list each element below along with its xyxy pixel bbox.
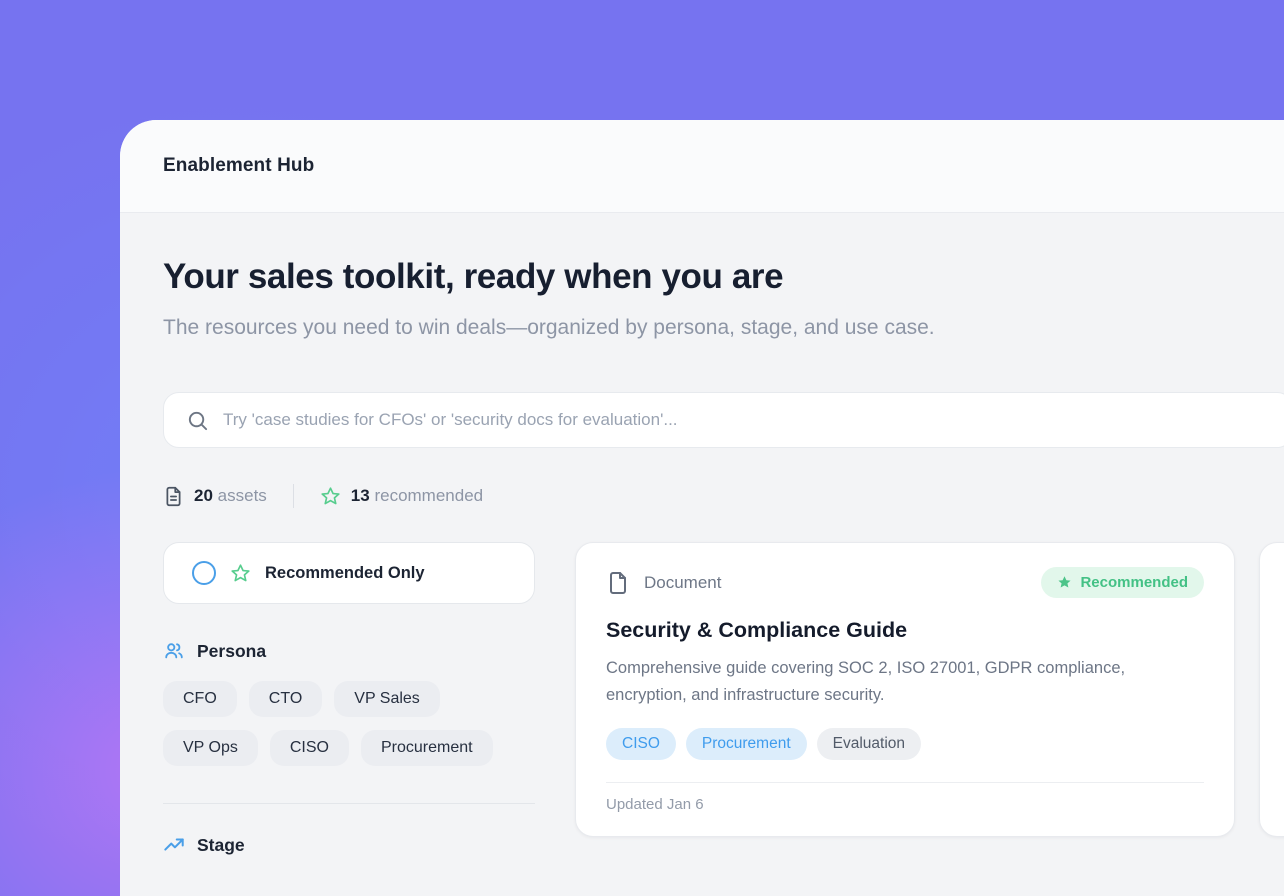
tag-procurement: Procurement (686, 728, 807, 760)
card-type: Document (606, 571, 721, 595)
assets-stat: 20 assets (163, 486, 267, 507)
card-tags: CISO Procurement Evaluation (606, 728, 1204, 760)
radio-circle-icon (192, 561, 216, 585)
persona-chip-cfo[interactable]: CFO (163, 681, 237, 717)
card-updated: Updated Jan 6 (606, 796, 1204, 813)
persona-chip-ciso[interactable]: CISO (270, 730, 349, 766)
users-icon (163, 640, 185, 662)
asset-cards: Document Recommended Security & Complian… (575, 542, 1284, 837)
persona-chip-procurement[interactable]: Procurement (361, 730, 493, 766)
star-icon (320, 486, 341, 507)
assets-count: 20 (194, 486, 213, 505)
page-title: Your sales toolkit, ready when you are (163, 257, 1284, 297)
persona-chip-vp-sales[interactable]: VP Sales (334, 681, 440, 717)
persona-section-header: Persona (163, 640, 535, 662)
panel-body: Your sales toolkit, ready when you are T… (120, 213, 1284, 856)
recommended-label: recommended (374, 486, 483, 505)
page-subtitle: The resources you need to win deals—orga… (163, 311, 993, 344)
search-input[interactable] (223, 410, 1270, 430)
card-footer-divider (606, 782, 1204, 783)
card-description: Comprehensive guide covering SOC 2, ISO … (606, 655, 1166, 708)
recommended-only-toggle[interactable]: Recommended Only (163, 542, 535, 604)
card-title: Security & Compliance Guide (606, 618, 1204, 643)
stage-section-header: Stage (163, 834, 535, 856)
star-icon (230, 563, 251, 584)
trending-up-icon (163, 834, 185, 856)
card-type-row: Document Recommended (606, 567, 1204, 598)
recommended-count: 13 (351, 486, 370, 505)
persona-chip-vp-ops[interactable]: VP Ops (163, 730, 258, 766)
recommended-stat: 13 recommended (320, 486, 483, 507)
star-filled-icon (1057, 575, 1072, 590)
sidebar-divider (163, 803, 535, 804)
file-text-icon (163, 486, 184, 507)
asset-card-security-compliance-guide[interactable]: Document Recommended Security & Complian… (575, 542, 1235, 837)
filters-sidebar: Recommended Only Persona CFO (163, 542, 535, 856)
file-icon (606, 571, 630, 595)
search-icon (186, 409, 209, 432)
recommended-badge-label: Recommended (1080, 574, 1188, 591)
stats-divider (293, 484, 294, 508)
persona-chips: CFO CTO VP Sales VP Ops CISO Procurement (163, 681, 535, 766)
panel-header: Enablement Hub (120, 120, 1284, 213)
recommended-badge: Recommended (1041, 567, 1204, 598)
search-bar[interactable] (163, 392, 1284, 448)
recommended-only-label: Recommended Only (265, 564, 425, 583)
enablement-hub-panel: Enablement Hub Your sales toolkit, ready… (120, 120, 1284, 896)
content-columns: Recommended Only Persona CFO (163, 542, 1284, 856)
tag-evaluation: Evaluation (817, 728, 921, 760)
card-type-label: Document (644, 573, 721, 593)
asset-card-partial[interactable] (1259, 542, 1284, 837)
stage-label: Stage (197, 835, 245, 856)
stats-row: 20 assets 13 recommended (163, 484, 1284, 508)
persona-chip-cto[interactable]: CTO (249, 681, 322, 717)
app-title: Enablement Hub (163, 155, 314, 177)
tag-ciso: CISO (606, 728, 676, 760)
assets-label: assets (218, 486, 267, 505)
persona-label: Persona (197, 641, 266, 662)
